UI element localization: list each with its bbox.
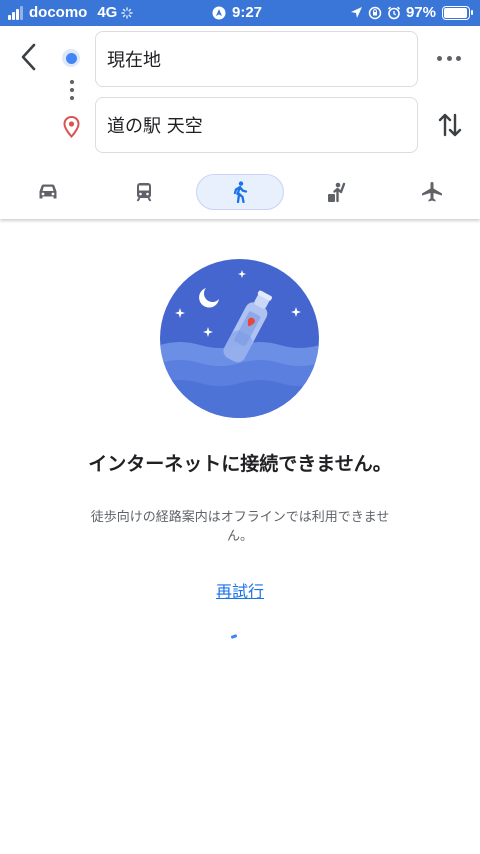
tab-walking[interactable] [196,174,284,210]
flight-icon [422,182,442,202]
tab-driving[interactable] [4,174,92,210]
travel-mode-tabs [0,170,480,212]
alarm-icon [387,6,401,19]
tab-flights[interactable] [388,174,476,210]
destination-input[interactable]: 道の駅 天空 [95,97,418,153]
location-services-icon [212,6,226,19]
origin-input-value: 現在地 [107,50,161,71]
swap-origin-destination-button[interactable] [436,110,464,140]
location-arrow-icon [350,7,362,18]
message-in-bottle-illustration [160,259,319,418]
battery-percentage: 97% [405,4,436,21]
car-icon [39,184,57,199]
back-button[interactable] [14,40,42,74]
chevron-left-icon [21,43,36,71]
rotation-lock-icon [368,6,382,19]
battery-icon [442,5,473,20]
error-message: 徒歩向けの経路案内はオフラインでは利用できません。 [90,510,390,544]
more-options-button[interactable] [434,46,464,70]
route-dots-icon [70,80,74,104]
loading-indicator [230,634,238,639]
status-bar: docomo 4G 9:27 97% [0,0,480,26]
signal-strength-icon [8,5,24,20]
activity-spinner-icon [121,6,134,19]
tab-ride-hailing[interactable] [292,174,380,210]
network-type: 4G [97,4,118,21]
more-horiz-icon [437,55,442,61]
carrier-name: docomo [29,4,88,21]
train-icon [136,183,152,202]
clock: 9:27 [232,4,263,21]
retry-link[interactable]: 再試行 [190,578,290,602]
destination-pin-icon [63,116,80,138]
destination-input-value: 道の駅 天空 [107,116,203,137]
origin-dot-icon [62,49,80,67]
tab-transit[interactable] [100,174,188,210]
directions-header: 現在地 道の駅 天空 [0,26,480,219]
walk-icon [233,181,248,203]
origin-input[interactable]: 現在地 [95,31,418,87]
ride-hail-icon [328,182,346,203]
error-title: インターネットに接続できません。 [88,454,392,475]
